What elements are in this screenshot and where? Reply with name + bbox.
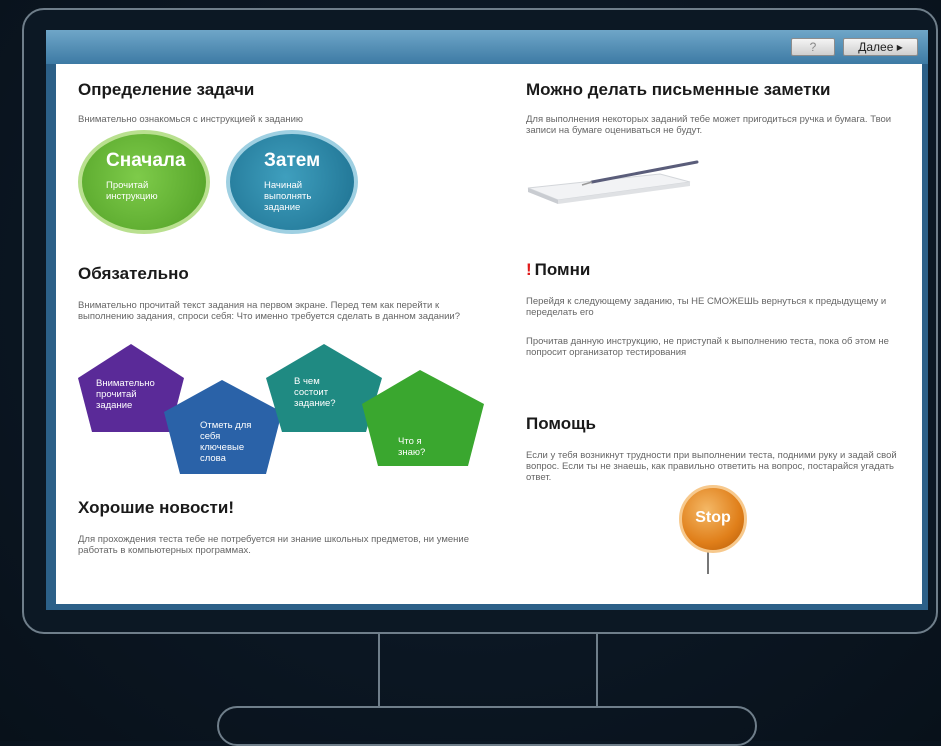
remember-heading: ! Помни	[526, 260, 590, 280]
first-step-circle: Сначала Прочитай инструкцию	[78, 130, 210, 234]
monitor-base	[217, 706, 757, 746]
monitor-stand-right	[596, 634, 598, 706]
notes-title: Можно делать письменные заметки	[526, 80, 831, 99]
then-step-title: Затем	[264, 150, 321, 171]
notes-text: Для выполнения некоторых заданий тебе мо…	[526, 114, 892, 136]
stop-sign-icon: Stop	[679, 485, 747, 553]
then-step-text: Начинай выполнять задание	[264, 180, 312, 213]
steps-pentagons	[78, 344, 484, 474]
remember-text-1: Перейдя к следующему заданию, ты НЕ СМОЖ…	[526, 296, 887, 318]
paper-pen-image	[527, 160, 699, 204]
next-button[interactable]: Далее ▸	[843, 38, 918, 56]
first-step-text: Прочитай инструкцию	[106, 180, 158, 202]
instruction-content: Определение задачи Внимательно ознакомьс…	[56, 64, 922, 604]
news-title: Хорошие новости!	[78, 498, 234, 517]
step-label-2: Отметь для себя ключевые слова	[200, 420, 252, 464]
step-label-1: Внимательно прочитай задание	[96, 378, 155, 411]
help-text: Если у тебя возникнут трудности при выпо…	[526, 450, 897, 483]
monitor-stand-left	[378, 634, 380, 706]
top-toolbar: ? Далее ▸	[46, 30, 928, 64]
first-step-title: Сначала	[106, 150, 186, 171]
step-label-3: В чем состоит задание?	[294, 376, 336, 409]
help-title: Помощь	[526, 414, 596, 433]
task-title: Определение задачи	[78, 80, 255, 99]
step-label-4: Что я знаю?	[398, 436, 426, 458]
remember-title: Помни	[534, 260, 591, 279]
remember-mark: !	[526, 260, 532, 279]
task-text: Внимательно ознакомься с инструкцией к з…	[78, 114, 304, 125]
help-button[interactable]: ?	[791, 38, 835, 56]
then-step-circle: Затем Начинай выполнять задание	[226, 130, 358, 234]
required-title: Обязательно	[78, 264, 189, 283]
required-text: Внимательно прочитай текст задания на пе…	[78, 300, 461, 322]
news-text: Для прохождения теста тебе не потребуетс…	[78, 534, 470, 556]
remember-text-2: Прочитав данную инструкцию, не приступай…	[526, 336, 889, 358]
app-screen: ? Далее ▸ Определение задачи Внимательно…	[46, 30, 928, 610]
